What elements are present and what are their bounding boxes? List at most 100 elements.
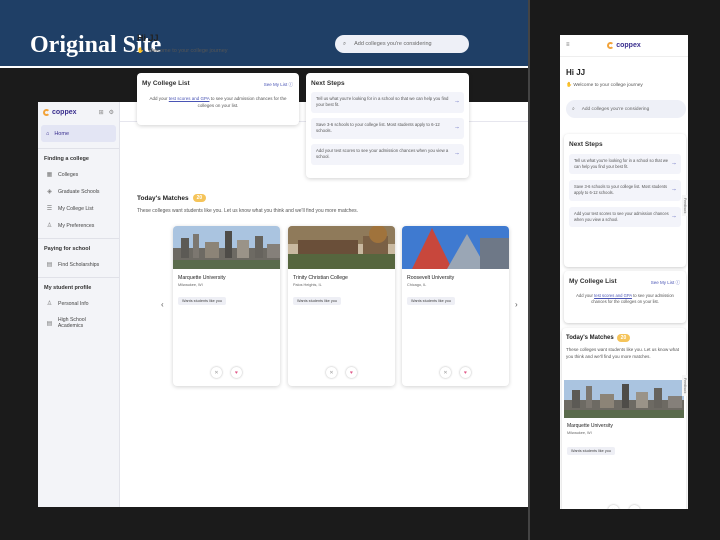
college-location: Milwaukee, WI [178,283,203,287]
next-steps-card: Next Steps Tell us what you're looking f… [564,134,686,267]
sidebar-header: coppex ⊞ ⚙ [38,102,119,122]
building-icon: ▦ [46,172,53,178]
heart-icon[interactable]: ♥ [231,367,242,378]
sidebar-section-title: Finding a college [38,148,119,166]
sidebar-item-label: My Preferences [58,222,95,229]
matches-title: Today's Matches [137,194,189,202]
dismiss-icon[interactable]: ✕ [211,367,222,378]
search-input[interactable]: ⌕ Add colleges you're considering [566,100,686,118]
sidebar-item-my-preferences[interactable]: ♙ My Preferences [38,217,119,234]
college-tag: Wants students like you [293,297,341,305]
next-step-item[interactable]: Tell us what you're looking for in a sch… [311,92,464,113]
brand-name: coppex [52,108,77,116]
search-icon: ⌕ [343,40,347,47]
dismiss-icon[interactable]: ✕ [440,367,451,378]
college-card-roosevelt[interactable]: Roosevelt University Chicago, IL Wants s… [402,226,509,386]
sidebar: coppex ⊞ ⚙ ⌂ Home Finding a college ▦ Co… [38,102,120,507]
sidebar-item-find-scholarships[interactable]: ▤ Find Scholarships [38,256,119,273]
test-scores-link[interactable]: test scores and GPA [169,96,210,101]
college-list-text: Add your test scores and GPA to see your… [569,293,681,306]
matches-heading: Today's Matches 20 [137,194,207,202]
college-card-marquette[interactable]: Marquette University Milwaukee, WI Wants… [173,226,280,386]
matches-subtitle: These colleges want students like you. L… [566,347,680,359]
dismiss-icon[interactable]: ✕ [608,505,619,509]
person-icon: ♙ [46,301,53,307]
list-text-post: to see your admission chances for the co… [197,96,287,108]
see-my-list-link[interactable]: See My List ⓘ [651,280,680,286]
next-step-text: Save 3-6 schools to your college list. M… [316,121,440,134]
wave-icon: ✋ [566,83,572,88]
brand-logo[interactable]: coppex [607,42,641,49]
college-name: Marquette University [567,423,613,429]
heart-icon[interactable]: ♥ [460,367,471,378]
feedback-tab[interactable]: Feedback [682,195,688,217]
heart-icon[interactable]: ♥ [629,505,640,509]
sidebar-header-icons: ⊞ ⚙ [99,109,114,116]
college-location: Palos Heights, IL [293,283,322,287]
sidebar-item-colleges[interactable]: ▦ Colleges [38,166,119,183]
home-icon: ⌂ [46,130,50,137]
carousel-prev-button[interactable]: ‹ [161,300,164,309]
menu-icon[interactable]: ≡ [566,42,570,48]
heart-icon[interactable]: ♥ [346,367,357,378]
welcome-text: Welcome to your college journey [147,48,228,54]
see-my-list-link[interactable]: See My List ⓘ [264,82,293,88]
carousel-next-button[interactable]: › [515,300,518,309]
college-card-trinity[interactable]: Trinity Christian College Palos Heights,… [288,226,395,386]
next-step-item[interactable]: Tell us what you're looking for in a sch… [569,154,681,175]
college-photo [173,226,280,269]
mobile-top-bar: ≡ coppex [560,35,688,57]
search-placeholder: Add colleges you're considering [354,41,432,47]
college-card-marquette[interactable]: Marquette University Milwaukee, WI Wants… [564,380,684,509]
sidebar-item-graduate-schools[interactable]: ◈ Graduate Schools [38,183,119,200]
search-input[interactable]: ⌕ Add colleges you're considering [335,35,469,53]
search-icon: ⌕ [572,107,575,112]
info-icon: ⓘ [288,82,294,87]
list-icon: ☰ [46,206,53,212]
sidebar-item-personal-info[interactable]: ♙ Personal Info [38,295,119,312]
grid-icon[interactable]: ⊞ [99,109,104,116]
arrow-right-icon: → [671,213,677,220]
sidebar-item-my-college-list[interactable]: ☰ My College List [38,200,119,217]
next-steps-title: Next Steps [569,141,603,148]
matches-title: Today's Matches [566,335,614,341]
welcome-line: ✋ Welcome to your college journey [566,83,643,88]
info-icon: ⓘ [675,280,681,285]
next-step-item[interactable]: Add your test scores to see your admissi… [311,143,464,165]
test-scores-link[interactable]: test scores and GPA [594,293,632,298]
matches-count-badge: 20 [192,194,207,202]
academics-icon: ▤ [46,320,53,327]
next-step-text: Save 3-6 schools to your college list. M… [574,184,668,196]
next-step-item[interactable]: Save 3-6 schools to your college list. M… [311,117,464,139]
sidebar-item-label: Personal Info [58,300,89,307]
next-steps-card: Next Steps Tell us what you're looking f… [306,73,469,178]
college-actions: ✕ ♥ [288,367,395,378]
next-step-item[interactable]: Add your test scores to see your admissi… [569,206,681,227]
matches-count-badge: 20 [616,334,631,342]
dismiss-icon[interactable]: ✕ [326,367,337,378]
sidebar-item-label: High School Academics [57,317,86,329]
arrow-right-icon: → [671,160,677,167]
settings-icon[interactable]: ⚙ [109,109,114,116]
feedback-tab[interactable]: Feedback [682,375,688,397]
college-actions: ✕ ♥ [402,367,509,378]
arrow-right-icon: → [454,124,460,131]
arrow-right-icon: → [671,186,677,193]
graduation-icon: ◈ [47,189,52,195]
college-list-text: Add your test scores and GPA to see your… [142,96,294,110]
college-photo [564,380,684,418]
college-actions: ✕ ♥ [564,505,684,509]
next-step-item[interactable]: Save 3-6 schools to your college list. M… [569,180,681,201]
see-my-list-label: See My List [650,280,675,285]
sidebar-item-high-school-academics[interactable]: ▤ High School Academics [38,312,119,334]
search-placeholder: Add colleges you're considering [581,106,650,112]
sidebar-item-home[interactable]: ⌂ Home [41,125,116,142]
welcome-line: ✋ Welcome to your college journey [137,48,228,54]
sidebar-item-label: Graduate Schools [58,188,100,195]
college-name: Marquette University [178,275,226,281]
college-location: Milwaukee, WI [567,431,592,435]
arrow-right-icon: → [454,150,460,157]
matches-subtitle: These colleges want students like you. L… [137,208,359,214]
logo-mark-icon [43,108,50,116]
brand-logo[interactable]: coppex [43,108,77,116]
